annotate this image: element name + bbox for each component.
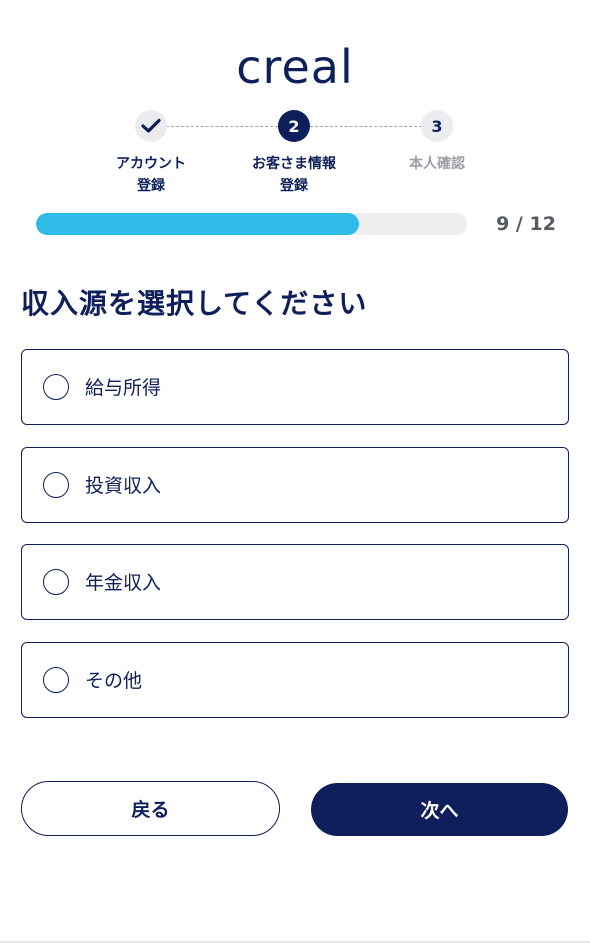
step-1-label: アカウント 登録 [81, 153, 221, 197]
step-1-completed-indicator [135, 110, 167, 142]
step-1-label-line1: アカウント [116, 156, 186, 172]
question-title: 収入源を選択してください [21, 287, 368, 320]
option-investment-income[interactable]: 投資収入 [21, 447, 569, 523]
option-salary-income[interactable]: 給与所得 [21, 349, 569, 425]
option-label: 投資収入 [85, 475, 162, 497]
step-1-label-line2: 登録 [137, 178, 165, 194]
progress-bar-fill [36, 213, 360, 235]
check-icon [141, 118, 161, 133]
registration-stepper: 2 3 アカウント 登録 お客さま情報 登録 本人確認 [0, 110, 590, 200]
option-label: 年金収入 [85, 572, 162, 594]
next-button[interactable]: 次へ [311, 783, 568, 836]
option-label: 給与所得 [85, 377, 162, 399]
step-2-current-indicator: 2 [278, 110, 310, 142]
step-connector-2 [310, 126, 422, 127]
step-3-upcoming-indicator: 3 [421, 110, 453, 142]
step-3-label-line1: 本人確認 [409, 156, 465, 172]
step-2-label-line2: 登録 [280, 178, 308, 194]
creal-logo: creal [236, 40, 354, 94]
option-pension-income[interactable]: 年金収入 [21, 544, 569, 620]
step-3-label: 本人確認 [367, 153, 507, 175]
radio-button[interactable] [43, 472, 69, 498]
step-connector-1 [166, 126, 278, 127]
radio-button[interactable] [43, 667, 69, 693]
radio-button[interactable] [43, 374, 69, 400]
progress-bar [36, 213, 467, 235]
back-button[interactable]: 戻る [21, 781, 280, 836]
step-2-label: お客さま情報 登録 [224, 153, 364, 197]
radio-button[interactable] [43, 569, 69, 595]
option-label: その他 [85, 670, 143, 692]
progress-count: 9 / 12 [496, 213, 556, 235]
option-other[interactable]: その他 [21, 642, 569, 718]
step-2-label-line1: お客さま情報 [252, 156, 336, 172]
